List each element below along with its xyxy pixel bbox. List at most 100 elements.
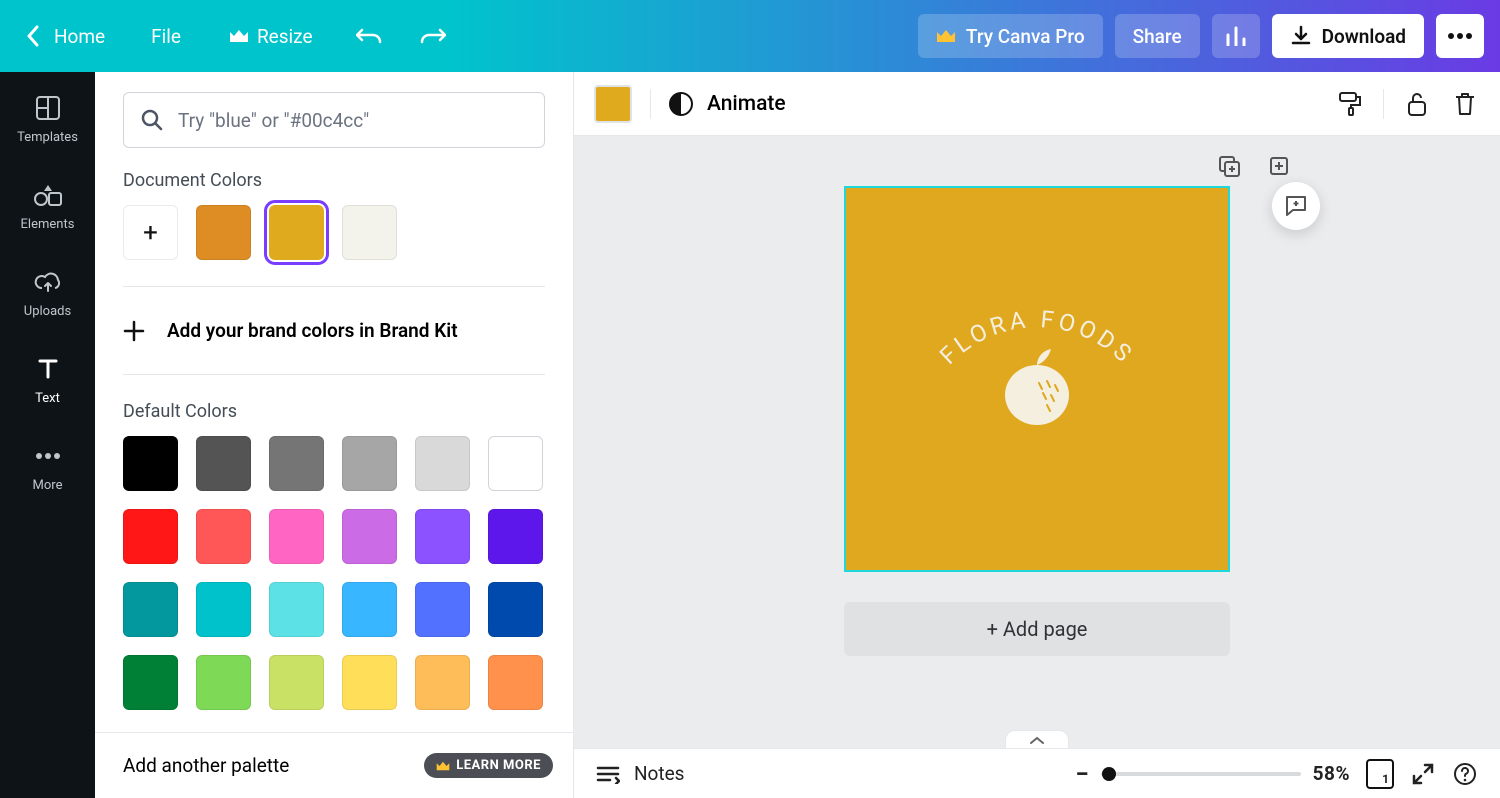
color-swatch[interactable]	[269, 509, 324, 564]
plus-icon	[123, 320, 145, 342]
color-swatch[interactable]	[488, 509, 543, 564]
notes-button[interactable]: Notes	[596, 762, 685, 785]
uploads-icon	[34, 268, 62, 296]
rail-text-label: Text	[35, 391, 60, 406]
add-page-above-button[interactable]	[1267, 154, 1291, 182]
share-label: Share	[1133, 25, 1182, 48]
help-button[interactable]	[1452, 761, 1478, 787]
more-menu-button[interactable]	[1436, 14, 1484, 58]
rail-uploads[interactable]: Uploads	[0, 264, 95, 323]
crown-icon	[936, 28, 956, 44]
color-swatch[interactable]	[196, 205, 251, 260]
expand-icon	[1412, 763, 1434, 785]
color-swatch[interactable]	[269, 582, 324, 637]
zoom-percent[interactable]: 58%	[1313, 762, 1350, 785]
color-search-input[interactable]	[178, 109, 528, 132]
text-icon	[34, 355, 62, 383]
color-swatch[interactable]	[342, 582, 397, 637]
redo-icon	[420, 27, 446, 45]
search-icon	[140, 108, 164, 132]
artboard[interactable]: FLORA FOODS	[844, 186, 1230, 572]
home-label: Home	[54, 25, 105, 48]
add-page-label: + Add page	[987, 617, 1088, 641]
context-toolbar: Animate	[574, 72, 1500, 136]
more-icon	[34, 442, 62, 470]
color-panel: Document Colors + Add your brand colors …	[95, 72, 574, 798]
color-swatch[interactable]	[269, 205, 324, 260]
add-palette-label[interactable]: Add another palette	[123, 754, 289, 777]
crown-icon	[436, 760, 450, 772]
color-swatch[interactable]	[196, 436, 251, 491]
duplicate-page-button[interactable]	[1217, 154, 1241, 182]
canvas-area[interactable]: FLORA FOODS + Add page	[574, 136, 1500, 748]
top-bar: Home File Resize Try Canva Pro Share Dow…	[0, 0, 1500, 72]
current-color-chip[interactable]	[594, 85, 632, 123]
collapse-footer-tab[interactable]	[1005, 730, 1069, 748]
paint-roller-icon	[1337, 91, 1363, 117]
color-swatch[interactable]	[123, 436, 178, 491]
main-area: Templates Elements Uploads Text More	[0, 72, 1500, 798]
bar-chart-icon	[1225, 26, 1247, 46]
styles-button[interactable]	[1335, 89, 1365, 119]
comment-button[interactable]	[1272, 182, 1320, 230]
color-swatch[interactable]	[415, 436, 470, 491]
home-button[interactable]: Home	[16, 17, 115, 56]
redo-button[interactable]	[413, 16, 453, 56]
color-swatch[interactable]	[342, 436, 397, 491]
rail-elements[interactable]: Elements	[0, 177, 95, 236]
color-swatch[interactable]	[123, 655, 178, 710]
page-indicator[interactable]: 1	[1366, 759, 1394, 789]
color-swatch[interactable]	[488, 436, 543, 491]
help-icon	[1453, 762, 1477, 786]
color-swatch[interactable]	[123, 582, 178, 637]
resize-label: Resize	[257, 25, 313, 48]
zoom-out-button[interactable]: −	[1075, 760, 1088, 788]
download-button[interactable]: Download	[1272, 14, 1424, 58]
trash-icon	[1453, 91, 1477, 117]
color-swatch[interactable]	[488, 582, 543, 637]
notes-label: Notes	[634, 762, 685, 785]
color-swatch[interactable]	[269, 436, 324, 491]
undo-button[interactable]	[349, 16, 389, 56]
resize-menu[interactable]: Resize	[217, 17, 325, 56]
lock-button[interactable]	[1402, 89, 1432, 119]
color-swatch[interactable]	[196, 655, 251, 710]
stage: Animate	[574, 72, 1500, 798]
animate-button[interactable]: Animate	[669, 92, 786, 116]
color-swatch[interactable]	[488, 655, 543, 710]
file-menu[interactable]: File	[139, 17, 193, 56]
insights-button[interactable]	[1212, 14, 1260, 58]
color-swatch[interactable]	[123, 509, 178, 564]
undo-icon	[356, 27, 382, 45]
color-swatch[interactable]	[196, 582, 251, 637]
rail-templates[interactable]: Templates	[0, 90, 95, 149]
delete-button[interactable]	[1450, 89, 1480, 119]
color-search[interactable]	[123, 92, 545, 148]
color-swatch[interactable]	[342, 205, 397, 260]
add-color-swatch[interactable]: +	[123, 205, 178, 260]
rail-more-label: More	[33, 478, 63, 493]
animate-icon	[669, 92, 693, 116]
try-pro-label: Try Canva Pro	[966, 25, 1085, 48]
try-pro-button[interactable]: Try Canva Pro	[918, 14, 1103, 58]
zoom-slider-thumb[interactable]	[1102, 767, 1116, 781]
color-swatch[interactable]	[342, 509, 397, 564]
rail-more[interactable]: More	[0, 438, 95, 497]
zoom-slider[interactable]	[1101, 772, 1301, 776]
default-colors-label: Default Colors	[123, 401, 545, 422]
panel-footer: Add another palette LEARN MORE	[95, 732, 573, 798]
add-page-icon	[1267, 154, 1291, 178]
rail-text[interactable]: Text	[0, 351, 95, 410]
share-button[interactable]: Share	[1115, 14, 1200, 58]
add-page-button[interactable]: + Add page	[844, 602, 1230, 656]
add-brand-colors[interactable]: Add your brand colors in Brand Kit	[123, 313, 545, 348]
color-swatch[interactable]	[269, 655, 324, 710]
color-swatch[interactable]	[196, 509, 251, 564]
notes-icon	[596, 764, 620, 784]
color-swatch[interactable]	[342, 655, 397, 710]
learn-more-button[interactable]: LEARN MORE	[424, 753, 553, 778]
fullscreen-button[interactable]	[1410, 761, 1436, 787]
color-swatch[interactable]	[415, 655, 470, 710]
color-swatch[interactable]	[415, 582, 470, 637]
color-swatch[interactable]	[415, 509, 470, 564]
